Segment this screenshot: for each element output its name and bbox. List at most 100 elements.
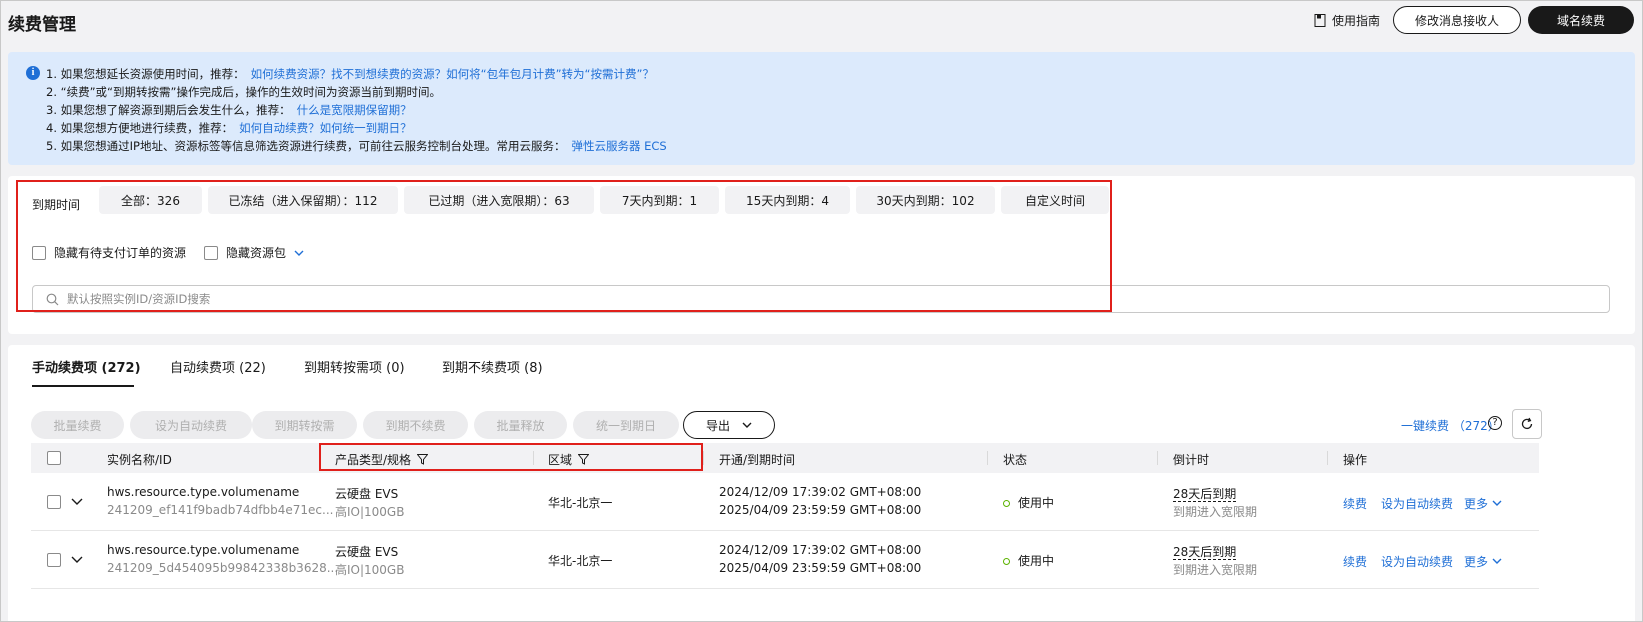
refresh-icon <box>1521 417 1533 430</box>
status: 使用中 <box>1003 552 1054 569</box>
notice-line-1: 1. 如果您想延长资源使用时间，推荐： 如何续费资源？找不到想续费的资源？如何将“… <box>46 67 654 81</box>
renew-link[interactable]: 续费 <box>1343 495 1367 512</box>
instance-id: 241209_5d454095b99842338b3628... <box>107 561 339 575</box>
col-operation: 操作 <box>1343 453 1368 467</box>
set-auto-renew-button[interactable]: 设为自动续费 <box>130 411 252 439</box>
no-renew-button[interactable]: 到期不续费 <box>363 411 468 439</box>
countdown: 28天后到期 <box>1173 487 1237 502</box>
row-checkbox[interactable] <box>47 495 61 509</box>
export-label: 导出 <box>705 418 730 433</box>
export-button[interactable]: 导出 <box>683 411 775 439</box>
instance-name: hws.resource.type.volumename <box>107 543 300 557</box>
set-auto-renew-link[interactable]: 设为自动续费 <box>1381 553 1453 570</box>
chip-frozen[interactable]: 已冻结（进入保留期）：112 <box>208 186 398 214</box>
status-dot-icon <box>1003 500 1010 507</box>
chip-custom-time[interactable]: 自定义时间 <box>1001 186 1109 214</box>
chip-30days[interactable]: 30天内到期：102 <box>856 186 995 214</box>
notice-link-3[interactable]: 什么是宽限期保留期？ <box>297 103 412 117</box>
chip-15days[interactable]: 15天内到期：4 <box>725 186 850 214</box>
tab-pay-per-use[interactable]: 到期转按需项 (0) <box>304 357 405 376</box>
tab-no-renew[interactable]: 到期不续费项 (8) <box>442 357 543 376</box>
chevron-down-icon <box>742 422 752 428</box>
hide-package-checkbox[interactable] <box>204 245 218 260</box>
status: 使用中 <box>1003 494 1054 511</box>
batch-renew-button[interactable]: 批量续费 <box>31 411 124 439</box>
modify-receiver-button[interactable]: 修改消息接收人 <box>1393 6 1521 34</box>
notice-link-4[interactable]: 如何自动续费？如何统一到期日？ <box>239 121 412 135</box>
notice-line-5: 5. 如果您想通过IP地址、资源标签等信息筛选资源进行续费，可前往云服务控制台处… <box>46 139 667 153</box>
expand-icon[interactable] <box>71 553 83 565</box>
hide-pending-checkbox[interactable] <box>32 245 46 260</box>
user-guide-label: 使用指南 <box>1332 14 1381 28</box>
hide-pending-label: 隐藏有待支付订单的资源 <box>54 246 187 260</box>
hide-pending-checkbox-row[interactable]: 隐藏有待支付订单的资源 <box>32 244 186 261</box>
product-spec: 高IO|100GB <box>335 563 405 577</box>
more-link[interactable]: 更多 <box>1464 495 1502 512</box>
col-time: 开通/到期时间 <box>719 453 796 467</box>
hide-package-label: 隐藏资源包 <box>226 246 287 260</box>
expire-time: 2025/04/09 23:59:59 GMT+08:00 <box>719 503 922 517</box>
open-time: 2024/12/09 17:39:02 GMT+08:00 <box>719 485 922 499</box>
countdown-note: 到期进入宽限期 <box>1173 563 1258 577</box>
filter-icon[interactable] <box>417 454 429 465</box>
notice-link-1[interactable]: 如何续费资源？找不到想续费的资源？如何将“包年包月计费”转为“按需计费”？ <box>251 67 654 81</box>
notice-line-2: 2. “续费”或“到期转按需”操作完成后，操作的生效时间为资源当前到期时间。 <box>46 85 441 99</box>
info-notice: i 1. 如果您想延长资源使用时间，推荐： 如何续费资源？找不到想续费的资源？如何… <box>8 52 1635 165</box>
expire-time: 2025/04/09 23:59:59 GMT+08:00 <box>719 561 922 575</box>
page-header: 续费管理 使用指南 修改消息接收人 域名续费 <box>0 0 1643 42</box>
instance-id: 241209_ef141f9badb74dfbb4e71ec... <box>107 503 334 517</box>
region: 华北-北京一 <box>548 554 613 568</box>
to-pay-per-use-button[interactable]: 到期转按需 <box>252 411 357 439</box>
chip-expired[interactable]: 已过期（进入宽限期）：63 <box>404 186 594 214</box>
chevron-down-icon[interactable] <box>294 248 304 258</box>
help-icon[interactable]: ? <box>1488 416 1502 430</box>
col-instance: 实例名称/ID <box>107 453 172 467</box>
table-row: hws.resource.type.volumename 241209_5d45… <box>31 531 1539 589</box>
set-auto-renew-link[interactable]: 设为自动续费 <box>1381 495 1453 512</box>
instance-name: hws.resource.type.volumename <box>107 485 300 499</box>
col-status: 状态 <box>1003 453 1028 467</box>
domain-renew-button[interactable]: 域名续费 <box>1528 6 1634 34</box>
col-region: 区域 <box>548 451 590 468</box>
filter-panel: 到期时间 全部：326 已冻结（进入保留期）：112 已过期（进入宽限期）：63… <box>8 176 1635 334</box>
refresh-button[interactable] <box>1512 409 1542 439</box>
table-header: 实例名称/ID 产品类型/规格 区域 开通/到期时间 状态 倒计时 操作 <box>31 443 1539 473</box>
chip-all[interactable]: 全部：326 <box>99 186 202 214</box>
countdown-note: 到期进入宽限期 <box>1173 505 1258 519</box>
col-product: 产品类型/规格 <box>335 451 429 468</box>
resource-list-panel: 手动续费项 (272) 自动续费项 (22) 到期转按需项 (0) 到期不续费项… <box>8 345 1635 622</box>
chip-7days[interactable]: 7天内到期：1 <box>600 186 719 214</box>
search-icon <box>46 293 59 306</box>
product-type: 云硬盘 EVS <box>335 545 399 559</box>
search-box[interactable] <box>32 285 1610 313</box>
info-icon: i <box>26 66 40 80</box>
document-icon <box>1314 14 1326 27</box>
col-countdown: 倒计时 <box>1173 453 1210 467</box>
page-title: 续费管理 <box>8 15 76 35</box>
unify-expiry-button[interactable]: 统一到期日 <box>573 411 679 439</box>
select-all-checkbox[interactable] <box>47 451 61 465</box>
product-type: 云硬盘 EVS <box>335 487 399 501</box>
hide-package-checkbox-row[interactable]: 隐藏资源包 <box>204 244 304 261</box>
countdown: 28天后到期 <box>1173 545 1237 560</box>
notice-line-4: 4. 如果您想方便地进行续费，推荐： 如何自动续费？如何统一到期日？ <box>46 121 412 135</box>
tab-manual-renew[interactable]: 手动续费项 (272) <box>32 357 141 376</box>
batch-release-button[interactable]: 批量释放 <box>474 411 567 439</box>
open-time: 2024/12/09 17:39:02 GMT+08:00 <box>719 543 922 557</box>
status-dot-icon <box>1003 558 1010 565</box>
active-tab-underline <box>32 385 134 387</box>
one-click-renew-link[interactable]: 一键续费 （272） <box>1401 417 1500 434</box>
filter-icon[interactable] <box>578 454 590 465</box>
notice-line-3: 3. 如果您想了解资源到期后会发生什么，推荐： 什么是宽限期保留期？ <box>46 103 412 117</box>
more-link[interactable]: 更多 <box>1464 553 1502 570</box>
tab-auto-renew[interactable]: 自动续费项 (22) <box>170 357 266 376</box>
row-checkbox[interactable] <box>47 553 61 567</box>
search-input[interactable] <box>67 290 1567 308</box>
renew-link[interactable]: 续费 <box>1343 553 1367 570</box>
expand-icon[interactable] <box>71 495 83 507</box>
expiry-filter-label: 到期时间 <box>32 198 81 212</box>
chevron-down-icon <box>1492 500 1502 506</box>
region: 华北-北京一 <box>548 496 613 510</box>
user-guide-link[interactable]: 使用指南 <box>1314 12 1380 29</box>
notice-link-5[interactable]: 弹性云服务器 ECS <box>571 139 666 153</box>
